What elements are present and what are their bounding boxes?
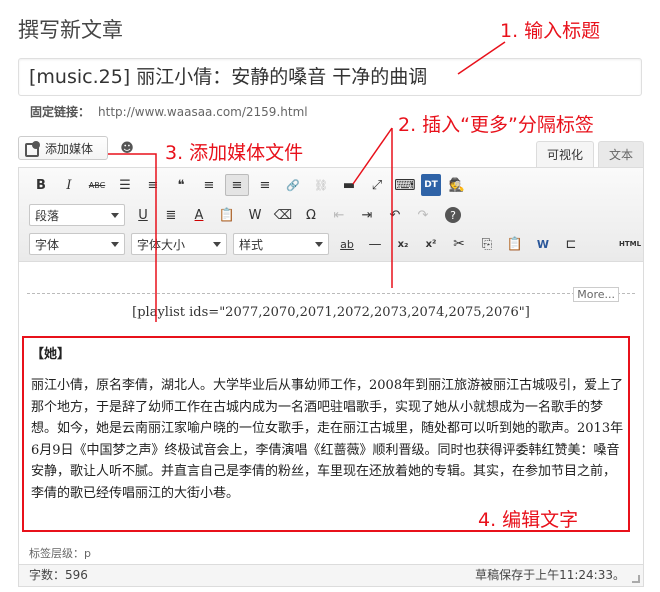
align-center-button[interactable]: ≡ (225, 174, 249, 196)
text-color-button[interactable]: A (187, 204, 211, 226)
align-left-button[interactable]: ≡ (197, 174, 221, 196)
format-select-value: 段落 (35, 208, 60, 223)
help-button[interactable]: ? (445, 207, 461, 223)
smiley-icon[interactable]: ☻ (116, 136, 138, 160)
cut-button[interactable]: ✂ (447, 233, 471, 255)
add-media-label: 添加媒体 (45, 141, 94, 156)
numbered-list-button[interactable]: ≡ (141, 174, 165, 196)
paste-button[interactable]: 📋 (503, 233, 527, 255)
clear-format-button[interactable]: ⌫ (271, 204, 295, 226)
italic-button[interactable]: I (57, 174, 81, 196)
insert-more-button[interactable]: ▬ (337, 174, 361, 196)
superscript-button[interactable]: x² (419, 233, 443, 255)
word-count: 字数：596 (29, 568, 88, 582)
editor-toolbar: B I ABC ☰ ≡ ❝ ≡ ≡ ≡ 🔗 ⛓ ▬ ⤢ ⌨ DT 🕵 段落 U ≣ A 📋 W ⌫ Ω ⇤ ⇥ ↶ ↷? 字体 字… (19, 168, 643, 262)
indent-button[interactable]: ⇥ (355, 204, 379, 226)
paste-word2-button[interactable]: W (531, 233, 555, 255)
annotation-title: 1. 输入标题 (500, 20, 601, 42)
page-break-button[interactable]: ⊏ (559, 233, 583, 255)
justify-button[interactable]: ≣ (159, 204, 183, 226)
paste-text-button[interactable]: 📋 (215, 204, 239, 226)
tab-visual[interactable]: 可视化 (536, 141, 595, 168)
underline-button[interactable]: U (131, 204, 155, 226)
chevron-down-icon (213, 241, 221, 247)
permalink: 固定链接： http://www.waasaa.com/2159.html (30, 103, 308, 120)
copy-button[interactable]: ⎘ (475, 233, 499, 255)
font-select-value: 字体 (35, 237, 60, 252)
annotation-media: 3. 添加媒体文件 (165, 142, 304, 164)
bullet-list-button[interactable]: ☰ (113, 174, 137, 196)
blockquote-button[interactable]: ❝ (169, 174, 193, 196)
style-select[interactable]: 样式 (233, 233, 329, 255)
annotation-edit-text: 4. 编辑文字 (478, 509, 579, 531)
subscript-button[interactable]: x₂ (391, 233, 415, 255)
status-bar: 字数：596 草稿保存于上午11:24:33。 (19, 564, 643, 586)
remove-link-button[interactable]: ⛓ (309, 174, 333, 196)
post-title-input[interactable]: [music.25] 丽江小倩：安静的嗓音 干净的曲调 (18, 58, 642, 96)
toolbar-toggle-button[interactable]: ⌨ (393, 174, 417, 196)
more-divider (27, 293, 635, 294)
redo-button[interactable]: ↷ (411, 204, 435, 226)
font-size-select-value: 字体大小 (137, 237, 186, 252)
toolbar-row-2: 段落 U ≣ A 📋 W ⌫ Ω ⇤ ⇥ ↶ ↷? (29, 202, 461, 228)
playlist-shortcode: [playlist ids="2077,2070,2071,2072,2073,… (132, 305, 530, 320)
strikethrough-button[interactable]: ABC (85, 174, 109, 196)
fullscreen-button[interactable]: ⤢ (365, 174, 389, 196)
page-title: 撰写新文章 (18, 18, 123, 42)
highlight-button[interactable]: ab (335, 233, 359, 255)
chevron-down-icon (315, 241, 323, 247)
more-tag[interactable]: More... (573, 287, 619, 302)
permalink-url[interactable]: http://www.waasaa.com/2159.html (98, 105, 308, 119)
chevron-down-icon (111, 212, 119, 218)
permalink-label: 固定链接： (30, 105, 91, 119)
undo-button[interactable]: ↶ (383, 204, 407, 226)
annotation-more: 2. 插入“更多”分隔标签 (398, 114, 594, 136)
bold-button[interactable]: B (29, 174, 53, 196)
align-right-button[interactable]: ≡ (253, 174, 277, 196)
toolbar-row-3: 字体 字体大小 样式 ab — x₂ x² ✂ ⎘ 📋 W ⊏ HTML (29, 231, 645, 257)
format-select[interactable]: 段落 (29, 204, 125, 226)
outdent-button[interactable]: ⇤ (327, 204, 351, 226)
horizontal-rule-button[interactable]: — (363, 233, 387, 255)
html-button[interactable]: HTML (615, 233, 645, 255)
special-char-button[interactable]: Ω (299, 204, 323, 226)
style-select-value: 样式 (239, 237, 264, 252)
paste-word-button[interactable]: W (243, 204, 267, 226)
font-size-select[interactable]: 字体大小 (131, 233, 227, 255)
spy-icon-button[interactable]: 🕵 (445, 174, 469, 196)
draft-saved-status: 草稿保存于上午11:24:33。 (475, 568, 625, 582)
media-icon (25, 141, 41, 157)
chevron-down-icon (111, 241, 119, 247)
tag-path: 标签层级：p (19, 545, 643, 563)
toolbar-row-1: B I ABC ☰ ≡ ❝ ≡ ≡ ≡ 🔗 ⛓ ▬ ⤢ ⌨ DT 🕵 (29, 172, 469, 198)
tab-text[interactable]: 文本 (598, 141, 644, 168)
add-media-button[interactable]: 添加媒体 (18, 136, 108, 160)
annotation-box-edit-text (22, 336, 630, 532)
font-select[interactable]: 字体 (29, 233, 125, 255)
insert-link-button[interactable]: 🔗 (281, 174, 305, 196)
dt-button[interactable]: DT (421, 174, 441, 196)
resize-handle[interactable] (632, 575, 640, 583)
